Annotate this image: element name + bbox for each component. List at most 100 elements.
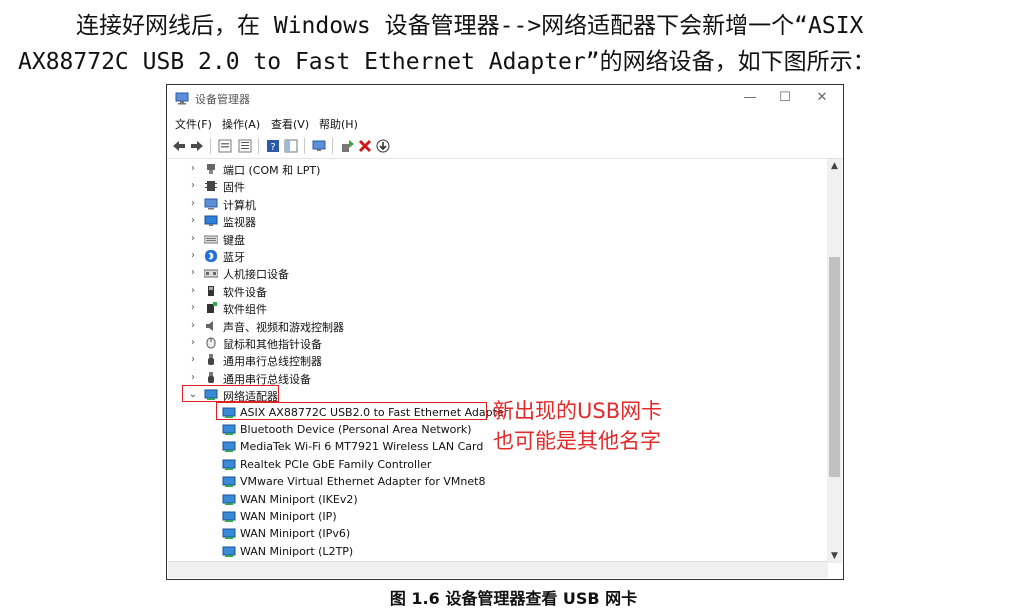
chevron-right-icon[interactable]: › [188,337,198,348]
chevron-right-icon[interactable]: › [188,372,198,383]
back-arrow-icon[interactable] [171,138,187,154]
network-adapter-item[interactable]: WAN Miniport (IKEv2) [168,492,808,509]
tree-category-label: 人机接口设备 [223,268,289,282]
network-adapter-label: Bluetooth Device (Personal Area Network) [240,423,472,436]
figure-caption: 图 1.6 设备管理器查看 USB 网卡 [389,589,638,608]
maximize-button[interactable]: ☐ [771,88,799,108]
tree-category-label: 键盘 [223,233,245,247]
network-adapter-icon [222,494,236,506]
network-adapter-icon [222,424,236,436]
vertical-scrollbar[interactable]: ▲ ▼ [827,159,842,563]
svg-text:?: ? [270,142,275,153]
monitor-icon [204,215,218,227]
tree-category-row[interactable]: › 键盘 [168,231,808,248]
chevron-right-icon[interactable]: › [188,198,198,209]
network-adapter-item[interactable]: VMware Virtual Ethernet Adapter for VMne… [168,474,808,491]
chevron-right-icon[interactable]: › [188,180,198,191]
annotation-line-1: 新出现的USB网卡 [493,399,663,423]
forward-arrow-icon[interactable] [189,138,205,154]
highlight-asix-adapter [216,402,487,420]
device-manager-window: 设备管理器 — ☐ ✕ 文件(F) 操作(A) 查看(V) 帮助(H) ? › 端… [166,84,844,580]
network-adapter-item[interactable]: WAN Miniport (L2TP) [168,544,808,561]
update-driver-icon[interactable] [339,138,355,154]
network-adapter-icon [222,476,236,488]
hid-icon [203,267,219,279]
chevron-right-icon[interactable]: › [188,320,198,331]
scroll-up-icon[interactable]: ▲ [827,161,842,171]
network-adapter-label: MediaTek Wi-Fi 6 MT7921 Wireless LAN Car… [240,440,484,454]
tree-category-row[interactable]: › 声音、视频和游戏控制器 [168,318,808,335]
network-adapter-icon [222,546,236,558]
network-adapter-item[interactable]: Realtek PCIe GbE Family Controller [168,457,808,474]
window-title: 设备管理器 [195,93,250,106]
usb-icon [204,354,218,366]
scroll-down-icon[interactable]: ▼ [827,551,842,561]
annotation-line-2: 也可能是其他名字 [493,429,661,453]
tree-category-row[interactable]: › 计算机 [168,196,808,213]
keyboard-icon [203,233,219,245]
port-icon [204,163,218,175]
scrollbar-thumb[interactable] [829,257,840,477]
network-adapter-label: WAN Miniport (L2TP) [240,544,354,558]
tree-category-row[interactable]: › 监视器 [168,213,808,230]
tree-category-row[interactable]: › 软件组件 [168,300,808,317]
chevron-right-icon[interactable]: › [188,285,198,296]
firmware-icon [204,180,218,192]
usb-icon [204,371,218,384]
network-adapter-item[interactable]: MediaTek Wi-Fi 6 MT7921 Wireless LAN Car… [168,439,808,456]
uninstall-icon[interactable] [357,138,373,154]
bluetooth-icon [204,250,218,262]
tree-category-label: 固件 [223,181,245,195]
network-adapter-label: VMware Virtual Ethernet Adapter for VMne… [240,475,486,489]
highlight-network-adapters [182,385,279,402]
tree-category-row[interactable]: › 通用串行总线控制器 [168,352,808,369]
close-button[interactable]: ✕ [808,88,836,108]
annotation: 新出现的USB网卡 也可能是其他名字 [493,396,662,456]
title-bar: 设备管理器 — ☐ ✕ [167,85,843,112]
device-manager-icon [175,92,189,105]
tree-category-row[interactable]: › 端口 (COM 和 LPT) [168,161,808,178]
tree-category-label: 通用串行总线控制器 [223,355,322,369]
tree-category-row[interactable]: › 固件 [168,178,808,195]
menu-help[interactable]: 帮助(H) [319,116,358,132]
list-view-icon[interactable] [237,138,253,154]
menu-view[interactable]: 查看(V) [271,116,309,132]
tree-category-row[interactable]: › 鼠标和其他指针设备 [168,335,808,352]
network-adapter-icon [222,528,236,540]
scan-hardware-icon[interactable] [311,138,327,154]
chevron-right-icon[interactable]: › [188,233,198,244]
menu-action[interactable]: 操作(A) [222,116,260,132]
view-panel-icon[interactable] [283,138,299,154]
sound-icon [204,320,218,332]
tree-category-label: 监视器 [223,216,256,230]
network-adapter-item[interactable]: WAN Miniport (IP) [168,509,808,526]
chevron-right-icon[interactable]: › [188,354,198,365]
install-download-icon[interactable] [375,138,391,154]
tree-category-label: 端口 (COM 和 LPT) [223,164,321,177]
chevron-right-icon[interactable]: › [188,163,198,174]
help-icon[interactable]: ? [265,138,281,154]
menu-file[interactable]: 文件(F) [175,116,212,132]
minimize-button[interactable]: — [736,88,764,108]
device-tree: › 端口 (COM 和 LPT) › 固件 › 计算机 › 监视器 › 键盘 › 蓝牙 › 人机接口设备 ›… [168,159,828,563]
intro-line-2: AX88772C USB 2.0 to Fast Ethernet Adapte… [18,49,876,75]
network-adapter-item[interactable]: WAN Miniport (IPv6) [168,526,808,543]
chevron-right-icon[interactable]: › [188,250,198,261]
tree-category-label: 计算机 [223,198,256,212]
network-adapter-icon [222,459,236,471]
tree-category-row[interactable]: › 软件设备 [168,283,808,300]
tree-category-row[interactable]: › 蓝牙 [168,248,808,265]
toolbar: ? [167,134,843,159]
properties-icon[interactable] [217,138,233,154]
chevron-right-icon[interactable]: › [188,215,198,226]
chevron-right-icon[interactable]: › [188,302,198,313]
network-adapter-icon [222,511,236,523]
network-adapter-item[interactable]: Bluetooth Device (Personal Area Network) [168,422,808,439]
software-device-icon [204,285,218,297]
menu-bar: 文件(F) 操作(A) 查看(V) 帮助(H) [167,112,843,134]
tree-category-label: 鼠标和其他指针设备 [223,338,322,351]
chevron-right-icon[interactable]: › [188,267,198,278]
tree-category-row[interactable]: › 人机接口设备 [168,265,808,282]
network-adapter-label: WAN Miniport (IKEv2) [240,492,358,506]
mouse-icon [204,337,218,349]
